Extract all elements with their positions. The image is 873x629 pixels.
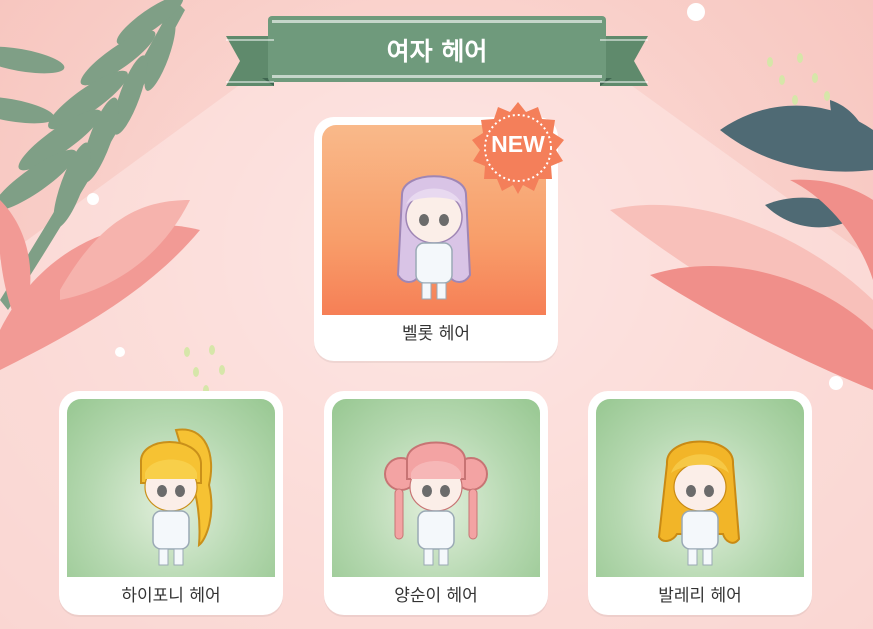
- new-badge-text: NEW: [491, 131, 545, 157]
- hair-card-valerie[interactable]: 발레리 헤어: [588, 391, 812, 615]
- left-pink-leaf-icon: [0, 200, 200, 370]
- hair-label-yangsuni: 양순이 헤어: [394, 586, 478, 606]
- hair-preview-yangsuni: [332, 399, 540, 577]
- hair-label-valerie: 발레리 헤어: [658, 586, 742, 606]
- hair-label-highpony: 하이포니 헤어: [121, 586, 221, 606]
- character-long-hair-icon: [396, 175, 472, 300]
- right-pink-leaf-icon: [610, 179, 873, 390]
- character-ponytail-hair-icon: [139, 428, 213, 566]
- hair-preview-highpony: [67, 399, 275, 577]
- featured-hair-label: 벨롯 헤어: [402, 324, 470, 344]
- hair-card-yangsuni[interactable]: 양순이 헤어: [324, 391, 548, 615]
- hair-showcase-page: 여자 헤어 벨롯 헤어 NEW 하이포니 헤어 양순이 헤어 발레리 헤어: [0, 0, 873, 629]
- page-title: 여자 헤어: [386, 37, 488, 66]
- hair-card-highpony[interactable]: 하이포니 헤어: [59, 391, 283, 615]
- hair-preview-valerie: [596, 399, 804, 577]
- character-bun-braid-hair-icon: [384, 441, 488, 566]
- character-wavy-hair-icon: [657, 440, 741, 566]
